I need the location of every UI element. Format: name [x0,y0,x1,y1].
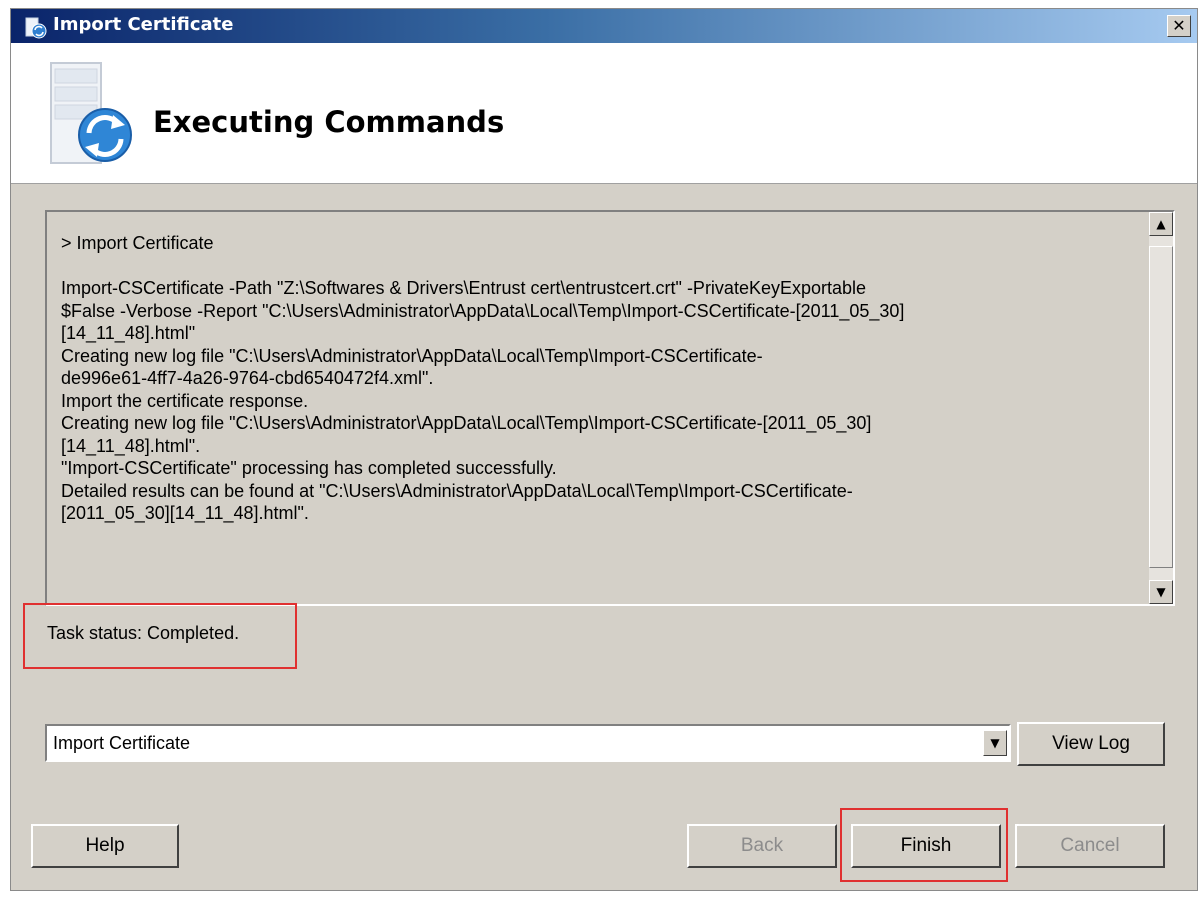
output-line: [14_11_48].html". [61,435,201,456]
task-select-dropdown[interactable]: Import Certificate ▼ [45,724,1011,762]
help-button[interactable]: Help [31,824,179,868]
window-title: Import Certificate [53,14,234,35]
output-line: [2011_05_30][14_11_48].html". [61,503,309,523]
page-title: Executing Commands [153,105,505,139]
finish-highlight-box [840,808,1008,882]
close-button[interactable]: ✕ [1167,15,1191,37]
output-line: "Import-CSCertificate" processing has co… [61,458,557,478]
import-certificate-dialog: Import Certificate ✕ Executing Commands … [10,8,1198,891]
output-line: [14_11_48].html" [61,323,196,343]
scroll-down-button[interactable]: ▼ [1149,580,1173,604]
output-line: > Import Certificate [61,233,214,253]
command-output-text: > Import Certificate Import-CSCertificate… [61,232,1127,525]
view-log-button[interactable]: View Log [1017,722,1165,766]
scroll-up-button[interactable]: ▲ [1149,212,1173,236]
task-select-value: Import Certificate [53,733,191,753]
output-line: Import-CSCertificate -Path "Z:\Softwares… [61,278,867,298]
output-line: Import the certificate response. [61,390,309,411]
back-button[interactable]: Back [687,824,837,868]
title-bar[interactable]: Import Certificate ✕ [11,9,1197,43]
scroll-thumb[interactable] [1149,246,1173,568]
output-line: $False -Verbose -Report "C:\Users\Admini… [61,300,905,321]
command-output-pane[interactable]: > Import Certificate Import-CSCertificate… [45,210,1175,606]
output-line: de996e61-4ff7-4a26-9764-cbd6540472f4.xml… [61,368,434,388]
wizard-header: Executing Commands [11,43,1197,184]
output-scrollbar[interactable]: ▲ ▼ [1149,212,1173,604]
output-line: Detailed results can be found at "C:\Use… [61,480,853,501]
output-line: Creating new log file "C:\Users\Administ… [61,413,872,433]
chevron-down-icon[interactable]: ▼ [983,730,1007,756]
status-highlight-box [23,603,297,669]
certificate-app-icon [25,17,47,39]
cancel-button[interactable]: Cancel [1015,824,1165,868]
server-sync-icon [50,62,132,164]
output-line: Creating new log file "C:\Users\Administ… [61,345,763,366]
